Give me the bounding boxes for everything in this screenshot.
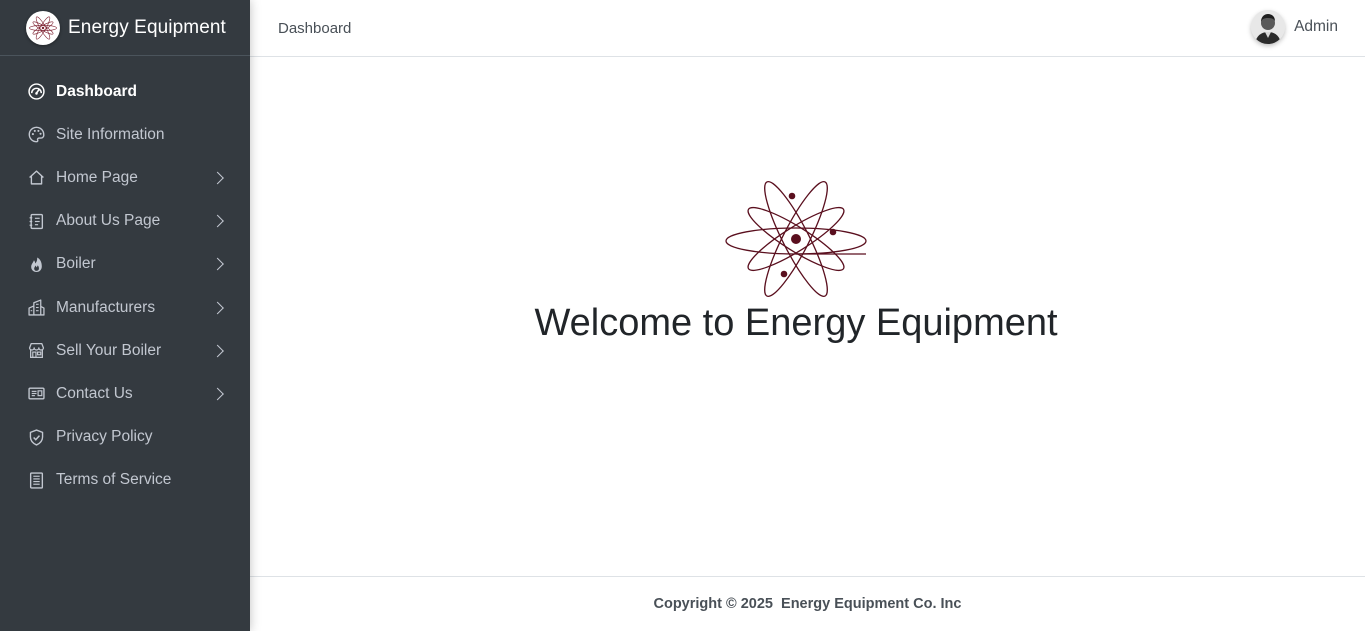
main-content: Welcome to Energy Equipment bbox=[250, 57, 1365, 576]
chevron-right-icon bbox=[211, 301, 224, 314]
atom-logo-icon bbox=[725, 181, 867, 297]
chevron-right-icon bbox=[211, 387, 224, 401]
sidebar-item-label: Terms of Service bbox=[56, 471, 172, 489]
user-name: Admin bbox=[1294, 18, 1338, 35]
sidebar-item-label: About Us Page bbox=[56, 212, 161, 230]
sidebar-item-terms-of-service[interactable]: Terms of Service bbox=[0, 459, 250, 502]
sidebar-item-boiler[interactable]: Boiler bbox=[0, 243, 250, 286]
sidebar-item-contact-us[interactable]: Contact Us bbox=[0, 372, 250, 415]
chevron-right-icon bbox=[211, 171, 224, 185]
sidebar-item-label: Home Page bbox=[56, 168, 138, 186]
sidebar: Energy Equipment Dashboard Site Informat… bbox=[0, 0, 250, 631]
copyright-text: Copyright © 2025 Energy Equipment Co. In… bbox=[653, 596, 962, 612]
sidebar-item-label: Boiler bbox=[56, 255, 96, 273]
fire-icon bbox=[27, 255, 45, 273]
sidebar-item-home-page[interactable]: Home Page bbox=[0, 156, 250, 199]
shield-check-icon bbox=[27, 428, 45, 446]
footer: Copyright © 2025 Energy Equipment Co. In… bbox=[250, 576, 1365, 631]
dashboard-gauge-icon bbox=[27, 83, 45, 101]
sidebar-item-label: Site Information bbox=[56, 125, 165, 143]
brand-name: Energy Equipment bbox=[68, 16, 226, 38]
sidebar-item-label: Manufacturers bbox=[56, 298, 156, 316]
sidebar-item-label: Contact Us bbox=[56, 384, 133, 402]
chevron-right-icon bbox=[211, 344, 224, 358]
sidebar-item-dashboard[interactable]: Dashboard bbox=[0, 70, 250, 113]
document-icon bbox=[27, 212, 45, 230]
sidebar-item-sell-your-boiler[interactable]: Sell Your Boiler bbox=[0, 329, 250, 372]
chevron-right-icon bbox=[211, 214, 224, 228]
shop-icon bbox=[27, 342, 45, 360]
sidebar-item-label: Sell Your Boiler bbox=[56, 341, 162, 359]
sidebar-nav: Dashboard Site Information Home Page Abo… bbox=[0, 56, 250, 502]
user-avatar bbox=[1251, 10, 1286, 44]
list-document-icon bbox=[27, 471, 45, 489]
buildings-icon bbox=[27, 299, 45, 317]
sidebar-item-about-us-page[interactable]: About Us Page bbox=[0, 200, 250, 243]
home-icon bbox=[27, 169, 45, 187]
palette-icon bbox=[27, 126, 45, 144]
brand-logo-icon bbox=[26, 10, 60, 45]
breadcrumb-dashboard-link[interactable]: Dashboard bbox=[278, 20, 351, 37]
sidebar-item-site-information[interactable]: Site Information bbox=[0, 113, 250, 156]
address-card-icon bbox=[27, 385, 45, 403]
sidebar-item-label: Dashboard bbox=[56, 82, 137, 100]
brand-link[interactable]: Energy Equipment bbox=[0, 0, 250, 56]
sidebar-item-manufacturers[interactable]: Manufacturers bbox=[0, 286, 250, 329]
chevron-right-icon bbox=[211, 257, 224, 271]
welcome-heading: Welcome to Energy Equipment bbox=[534, 302, 1058, 344]
top-navbar: Dashboard Admin bbox=[250, 0, 1365, 57]
sidebar-item-label: Privacy Policy bbox=[56, 428, 153, 446]
sidebar-item-privacy-policy[interactable]: Privacy Policy bbox=[0, 416, 250, 459]
user-menu[interactable]: Admin bbox=[1251, 10, 1338, 44]
